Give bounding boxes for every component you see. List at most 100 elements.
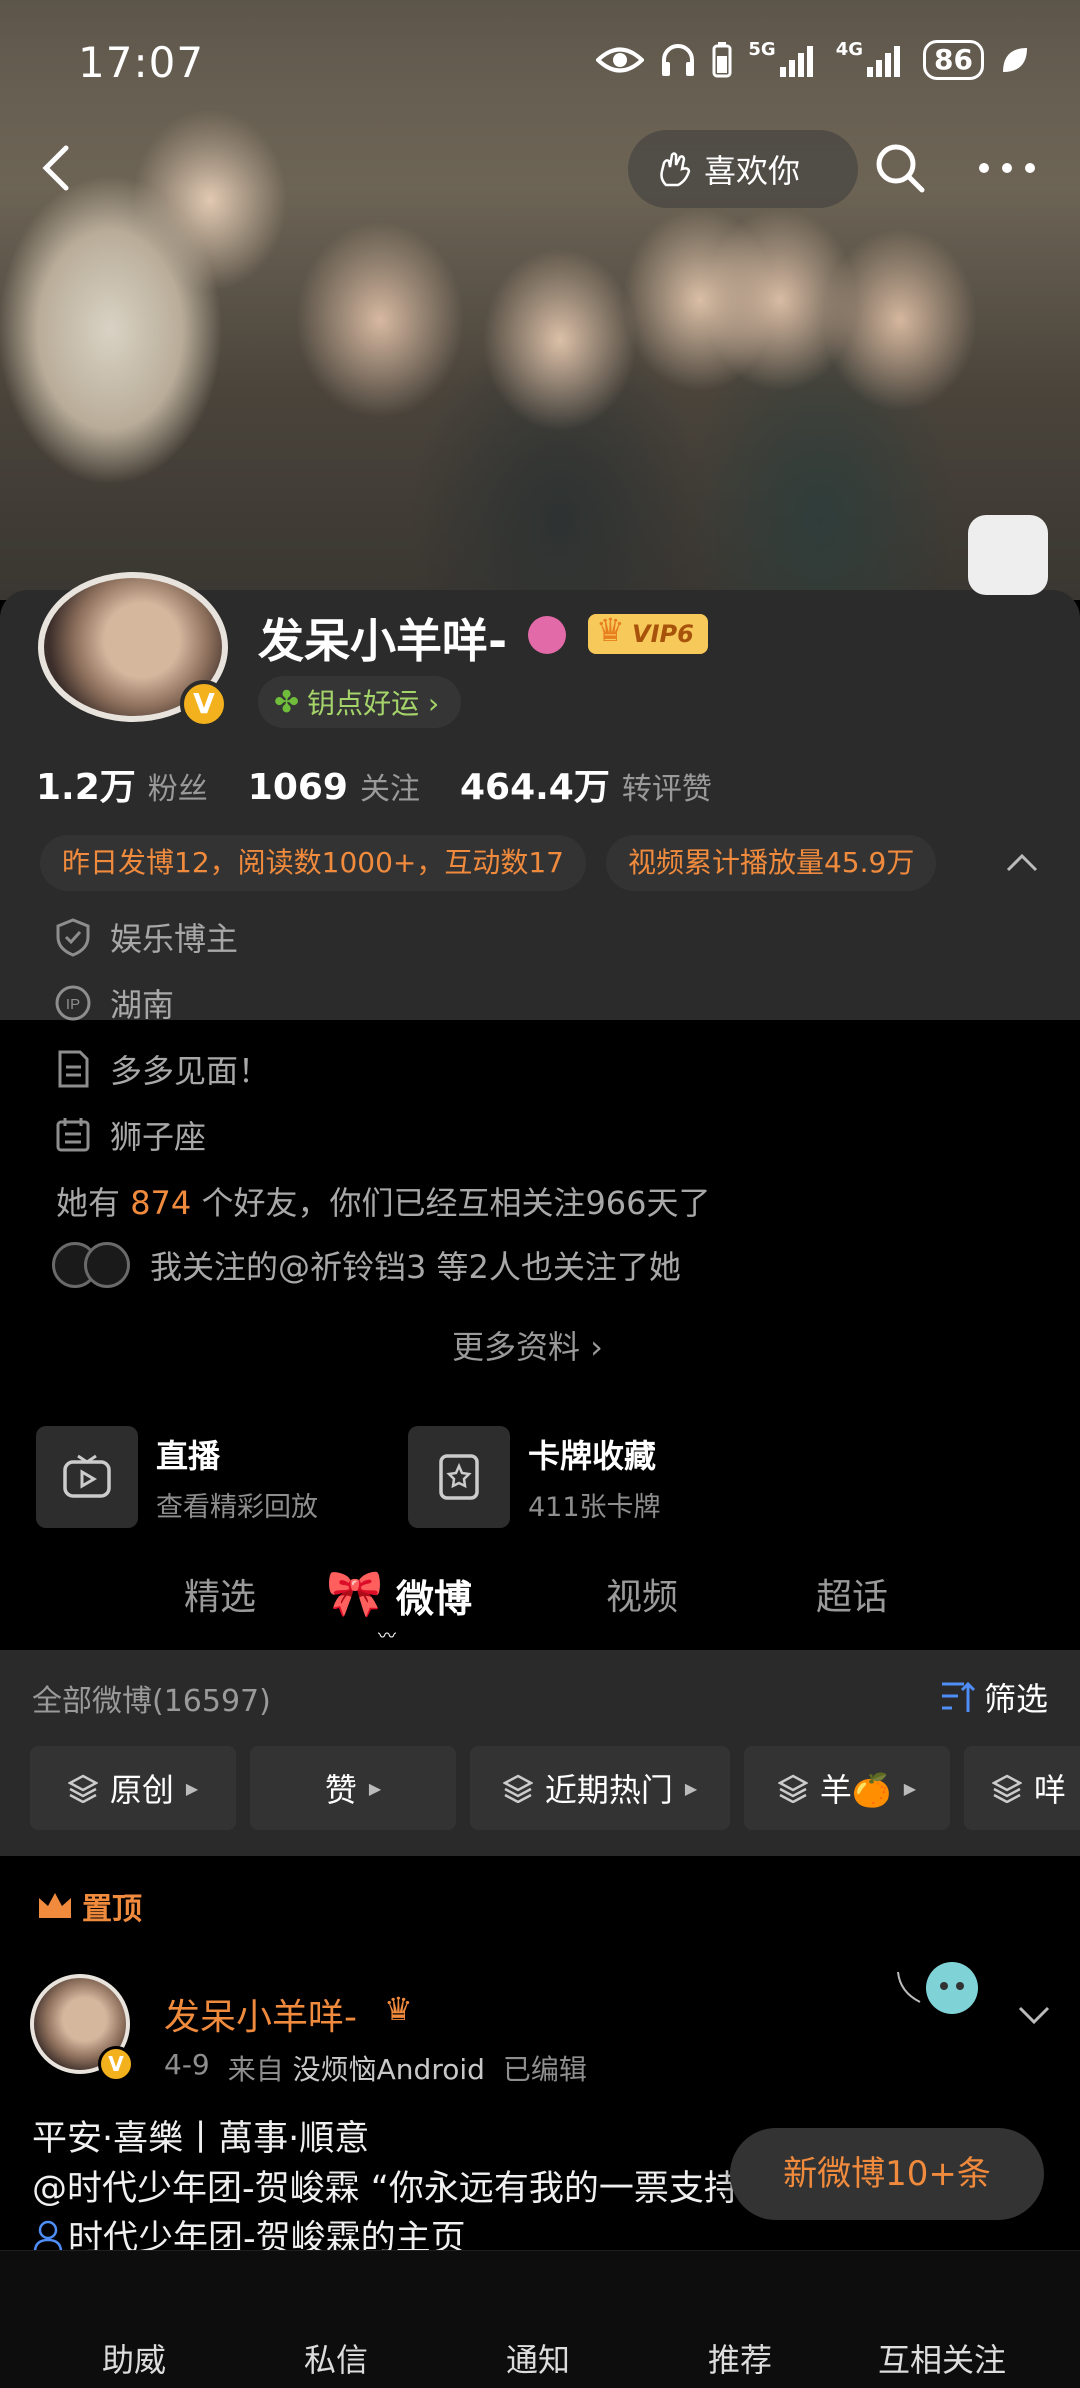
more-info-link[interactable]: 更多资料 › bbox=[452, 1322, 603, 1368]
chip-liked[interactable]: 赞 ▶ bbox=[250, 1746, 456, 1830]
eye-icon bbox=[596, 47, 645, 73]
like-you-label: 喜欢你 bbox=[704, 152, 801, 190]
vip-badge[interactable]: VIP6 bbox=[588, 610, 708, 654]
signal-icon bbox=[779, 46, 813, 77]
chevron-up-icon[interactable] bbox=[1002, 848, 1042, 878]
tab-super-topic[interactable]: 超话 bbox=[816, 1568, 888, 1620]
bottom-message[interactable]: 私信 bbox=[304, 2335, 368, 2381]
chip-label: 赞 bbox=[324, 1771, 357, 1809]
post-line-2[interactable]: @时代少年团-贺峻霖 “你永远有我的一票支持” bbox=[32, 2160, 737, 2211]
chip-label: 咩 bbox=[1034, 1771, 1067, 1809]
category-label: 娱乐博主 bbox=[110, 920, 239, 958]
sticker-decoration bbox=[968, 515, 1048, 595]
bio-label: 多多见面！ bbox=[110, 1052, 271, 1090]
info-bio: 多多见面！ bbox=[54, 1046, 270, 1092]
bottom-cheer[interactable]: 助威 bbox=[102, 2335, 166, 2381]
post-source: 没烦恼Android bbox=[292, 2053, 485, 2086]
filter-label: 筛选 bbox=[984, 1680, 1049, 1718]
back-icon[interactable] bbox=[30, 138, 90, 198]
clover-icon: ✤ bbox=[274, 684, 300, 720]
post-author-name[interactable]: 发呆小羊咩- bbox=[164, 1988, 357, 2040]
friends-line[interactable]: 她有 874 个好友，你们已经互相关注966天了 bbox=[56, 1178, 711, 1224]
stat-interactions[interactable]: 464.4万 转评赞 bbox=[460, 758, 712, 810]
avatar-frame[interactable]: V bbox=[28, 572, 238, 732]
summary-pills: 昨日发博12，阅读数1000+，互动数17 视频累计播放量45.9万 bbox=[40, 835, 937, 891]
info-category: 娱乐博主 bbox=[54, 914, 238, 960]
top-nav: 喜欢你 bbox=[0, 130, 1080, 210]
stat-label: 粉丝 bbox=[147, 772, 208, 807]
character-sticker-icon bbox=[897, 1962, 978, 2014]
luck-chip[interactable]: ✤ 钥点好运 › bbox=[258, 676, 462, 728]
layers-icon bbox=[992, 1774, 1022, 1803]
stat-followers[interactable]: 1.2万 粉丝 bbox=[36, 758, 208, 810]
leaf-icon bbox=[1003, 48, 1027, 72]
svg-text:IP: IP bbox=[66, 996, 80, 1013]
chevron-down-icon[interactable] bbox=[1014, 2000, 1054, 2030]
document-icon bbox=[58, 1050, 89, 1088]
crown-icon bbox=[39, 1893, 71, 1918]
info-ip: IP 湖南 bbox=[54, 980, 174, 1026]
signal-label-4g: 4G bbox=[835, 39, 864, 60]
friends-prefix: 她有 bbox=[56, 1184, 121, 1222]
filter-icon bbox=[942, 1681, 976, 1712]
filter-button[interactable]: 筛选 bbox=[940, 1674, 1048, 1720]
chip-label: 原创 bbox=[109, 1771, 174, 1809]
source-prefix: 来自 bbox=[227, 2053, 284, 2086]
tab-video[interactable]: 视频 bbox=[606, 1568, 678, 1620]
fishbone-indicator-icon: 〰 bbox=[378, 1626, 396, 1647]
friends-suffix: 个好友，你们已经互相关注966天了 bbox=[201, 1184, 711, 1222]
video-plays-pill[interactable]: 视频累计播放量45.9万 bbox=[605, 835, 937, 891]
verified-icon: V bbox=[180, 680, 228, 728]
tab-weibo[interactable]: 微博 bbox=[396, 1568, 472, 1623]
bow-icon: 🎀 bbox=[326, 1566, 384, 1620]
bottom-notify[interactable]: 通知 bbox=[506, 2335, 570, 2381]
more-icon[interactable] bbox=[972, 138, 1042, 198]
shield-icon bbox=[56, 918, 90, 957]
chip-sheep[interactable]: 羊🍊 ▶ bbox=[744, 1746, 950, 1830]
hand-icon bbox=[660, 152, 691, 187]
bottom-mutual-follow[interactable]: 互相关注 bbox=[878, 2335, 1006, 2381]
luck-label: 钥点好运 › bbox=[307, 687, 440, 720]
chip-mie[interactable]: 咩 bbox=[964, 1746, 1080, 1830]
user-icon bbox=[33, 2220, 63, 2252]
clock: 17:07 bbox=[78, 38, 205, 87]
triangle-icon: ▶ bbox=[185, 1778, 199, 1798]
triangle-icon: ▶ bbox=[684, 1778, 698, 1798]
bottom-recommend[interactable]: 推荐 bbox=[708, 2335, 772, 2381]
chip-recent-hot[interactable]: 近期热门 ▶ bbox=[470, 1746, 730, 1830]
feature-subtitle: 411张卡牌 bbox=[528, 1491, 661, 1523]
triangle-icon: ▶ bbox=[368, 1778, 382, 1798]
pinned-text: 置顶 bbox=[82, 1892, 142, 1927]
chip-original[interactable]: 原创 ▶ bbox=[30, 1746, 236, 1830]
bottom-bar: 助威 私信 通知 推荐 互相关注 bbox=[0, 2250, 1080, 2388]
feature-title: 卡牌收藏 bbox=[528, 1436, 657, 1475]
member-crown-icon: ♛ bbox=[384, 1990, 413, 2028]
filter-chips: 原创 ▶ 赞 ▶ 近期热门 ▶ 羊🍊 ▶ 咩 bbox=[30, 1746, 1080, 1830]
signal-label-5g: 5G bbox=[748, 39, 776, 60]
stat-number: 1.2万 bbox=[36, 767, 136, 808]
membership-icon[interactable] bbox=[528, 616, 566, 654]
activity-pill[interactable]: 昨日发博12，阅读数1000+，互动数17 bbox=[40, 835, 586, 891]
post-meta: 4-9 来自 没烦恼Android 已编辑 bbox=[164, 2048, 587, 2088]
card-icon bbox=[408, 1426, 510, 1528]
mutual-avatars bbox=[52, 1242, 132, 1288]
feature-subtitle: 查看精彩回放 bbox=[156, 1491, 318, 1523]
ip-label: 湖南 bbox=[110, 986, 175, 1024]
battery-level: 86 bbox=[923, 40, 984, 80]
new-posts-button[interactable]: 新微博10+条 bbox=[730, 2128, 1044, 2220]
search-icon[interactable] bbox=[870, 138, 930, 198]
stats-row: 1.2万 粉丝 1069 关注 464.4万 转评赞 bbox=[36, 758, 752, 810]
feature-title: 直播 bbox=[156, 1436, 221, 1475]
layers-icon bbox=[502, 1774, 533, 1803]
calendar-icon bbox=[56, 1118, 90, 1152]
feature-cards[interactable]: 卡牌收藏 411张卡牌 bbox=[408, 1426, 661, 1528]
stat-following[interactable]: 1069 关注 bbox=[248, 764, 420, 808]
layers-icon bbox=[67, 1774, 98, 1803]
feature-live[interactable]: 直播 查看精彩回放 bbox=[36, 1426, 318, 1528]
friends-count: 874 bbox=[130, 1184, 192, 1222]
mutual-follow-line[interactable]: 我关注的@祈铃铛3 等2人也关注了她 bbox=[52, 1242, 681, 1288]
edited-label: 已编辑 bbox=[502, 2053, 587, 2086]
like-you-button[interactable]: 喜欢你 bbox=[628, 130, 858, 208]
ip-icon: IP bbox=[55, 985, 91, 1021]
tab-featured[interactable]: 精选 bbox=[184, 1568, 256, 1620]
